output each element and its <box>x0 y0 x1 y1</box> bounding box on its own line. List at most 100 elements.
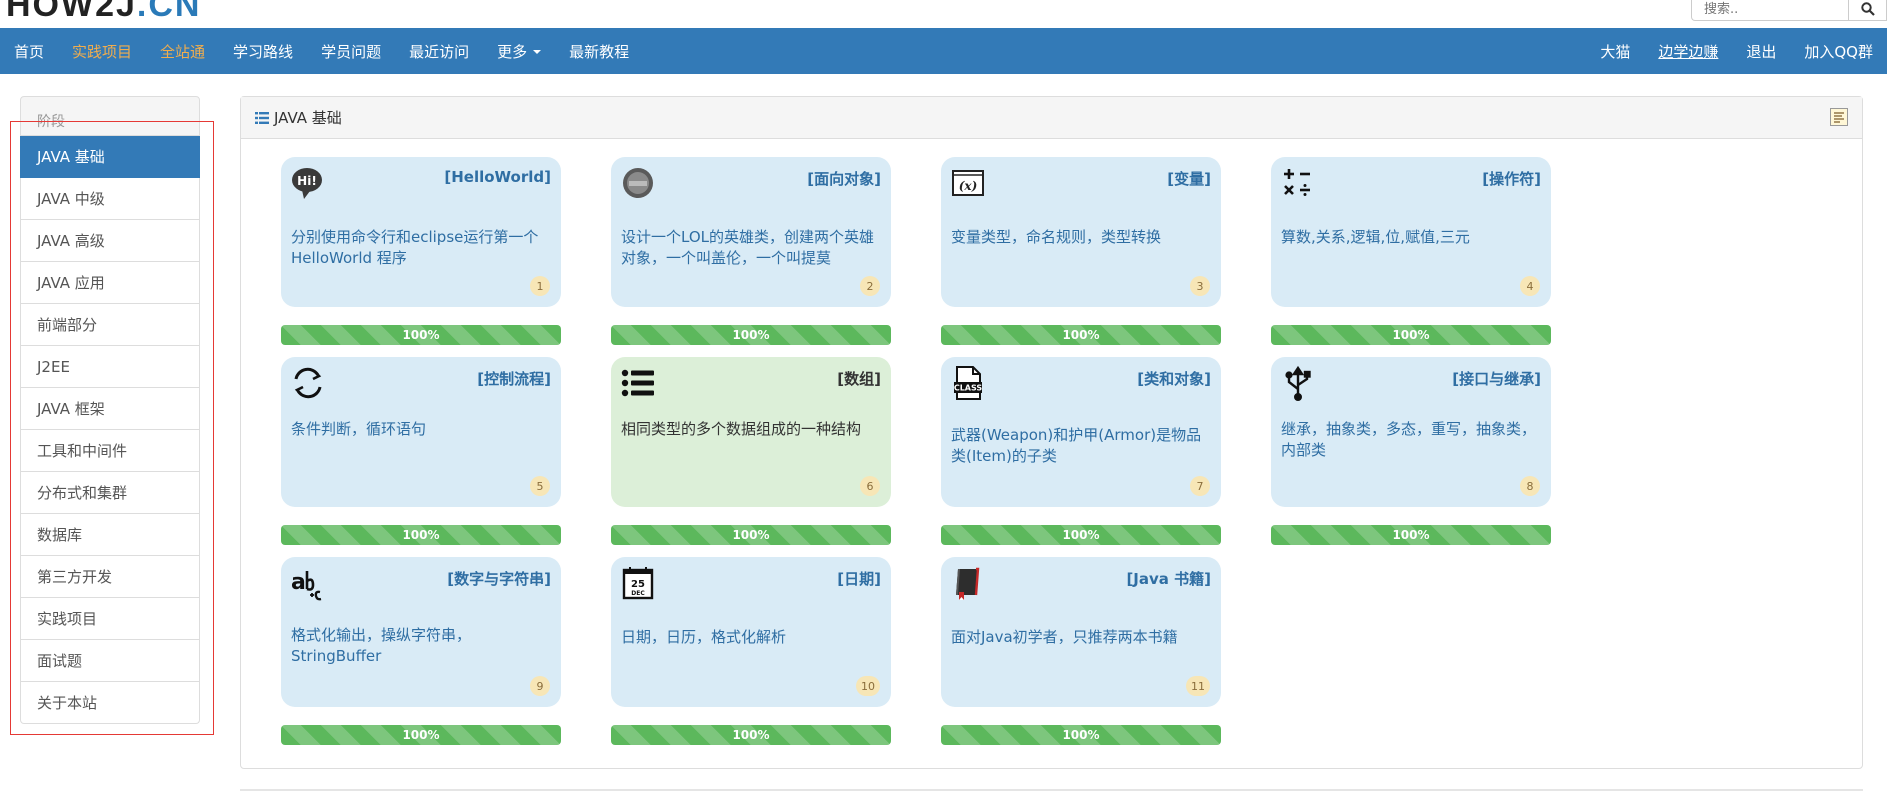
nav-item-label: 学习路线 <box>233 41 293 62</box>
card-number-badge: 4 <box>1520 276 1540 296</box>
top-navbar: 首页 实践项目 全站通 学习路线 学员问题最近访问更多 最新教程 大猫边学边赚 退出加入QQ… <box>0 28 1887 74</box>
panel-toggle-button[interactable] <box>1830 108 1848 126</box>
card-title[interactable]: [接口与继承] <box>1452 368 1541 389</box>
card-title[interactable]: [操作符] <box>1482 168 1541 189</box>
nav-item-label: 最新教程 <box>569 41 629 62</box>
math-operators-icon <box>1280 165 1316 201</box>
nav-left-item-2[interactable]: 全站通 <box>146 28 219 74</box>
card-title[interactable]: [控制流程] <box>477 368 551 389</box>
card-number-badge: 10 <box>856 676 880 696</box>
progress-bar: 100% <box>941 725 1221 745</box>
card-title[interactable]: [数字与字符串] <box>447 568 551 589</box>
nav-right-item-0[interactable]: 大猫 <box>1586 28 1644 74</box>
progress-bar: 100% <box>281 325 561 345</box>
nav-item-label: 学员问题 <box>321 41 381 62</box>
progress-bar: 100% <box>611 725 891 745</box>
card-description: 格式化输出，操纵字符串，StringBuffer <box>291 625 549 667</box>
course-card[interactable]: Hi! [HelloWorld] 分别使用命令行和eclipse运行第一个Hello… <box>281 157 561 307</box>
progress-fill: 100% <box>941 325 1221 345</box>
nav-left-item-4[interactable]: 学员问题 <box>307 28 395 74</box>
progress-fill: 100% <box>941 525 1221 545</box>
card-description: 条件判断，循环语句 <box>291 419 549 440</box>
search-box <box>1691 0 1887 21</box>
card-number-badge: 8 <box>1520 476 1540 496</box>
progress-bar: 100% <box>941 525 1221 545</box>
list-icon <box>255 112 269 124</box>
card-description: 继承，抽象类，多态，重写，抽象类，内部类 <box>1281 419 1539 461</box>
card-description: 分别使用命令行和eclipse运行第一个HelloWorld 程序 <box>291 227 549 269</box>
course-panel: JAVA 基础 Hi! [HelloWorld] 分别使用命令行和eclipse运行… <box>240 96 1863 769</box>
card-description: 面对Java初学者，只推荐两本书籍 <box>951 627 1209 648</box>
card-number-badge: 6 <box>860 476 880 496</box>
hi-speech-bubble-icon: Hi! <box>290 165 326 201</box>
card-number-badge: 1 <box>530 276 550 296</box>
progress-bar: 100% <box>1271 525 1551 545</box>
class-icon-text: CLASS <box>954 384 983 393</box>
book-icon <box>950 565 986 601</box>
highlight-frame <box>10 121 214 735</box>
notes-icon <box>1833 111 1845 123</box>
progress-fill: 100% <box>611 725 891 745</box>
card-number-badge: 3 <box>1190 276 1210 296</box>
nav-left-item-7[interactable]: 最新教程 <box>555 28 643 74</box>
course-card[interactable]: [控制流程]条件判断，循环语句5 <box>281 357 561 507</box>
abc-icon-text: a <box>291 570 306 595</box>
nav-left-item-5[interactable]: 最近访问 <box>395 28 483 74</box>
card-title[interactable]: [变量] <box>1167 168 1211 189</box>
var-icon-text: (x) <box>959 179 978 193</box>
card-description: 相同类型的多个数据组成的一种结构 <box>621 419 879 440</box>
card-description: 武器(Weapon)和护甲(Armor)是物品类(Item)的子类 <box>951 425 1209 467</box>
hi-icon-text: Hi! <box>297 174 317 188</box>
course-card[interactable]: (x)[变量]变量类型，命名规则，类型转换3 <box>941 157 1221 307</box>
nav-right: 大猫边学边赚 退出加入QQ群 <box>1586 28 1887 74</box>
nav-left-item-0[interactable]: 首页 <box>0 28 58 74</box>
site-logo[interactable]: HOW2J.CN <box>6 0 201 25</box>
logo-text-blue: .CN <box>137 0 202 24</box>
course-card[interactable]: [面向对象]设计一个LOL的英雄类，创建两个英雄对象，一个叫盖伦，一个叫提莫2 <box>611 157 891 307</box>
card-title[interactable]: [HelloWorld] <box>444 168 551 186</box>
course-card[interactable]: [接口与继承] 继承，抽象类，多态，重写，抽象类，内部类 8 <box>1271 357 1551 507</box>
usb-icon <box>1280 365 1316 401</box>
progress-bar: 100% <box>1271 325 1551 345</box>
panel-title: JAVA 基础 <box>274 107 342 128</box>
course-card[interactable]: [操作符]算数,关系,逻辑,位,赋值,三元4 <box>1271 157 1551 307</box>
card-description: 设计一个LOL的英雄类，创建两个英雄对象，一个叫盖伦，一个叫提莫 <box>621 227 879 269</box>
progress-bar: 100% <box>611 325 891 345</box>
search-button[interactable] <box>1849 0 1887 21</box>
course-card[interactable]: CLASS [类和对象] 武器(Weapon)和护甲(Armor)是物品类(Item… <box>941 357 1221 507</box>
nav-left-item-1[interactable]: 实践项目 <box>58 28 146 74</box>
course-card[interactable]: a [数字与字符串] 格式化输出，操纵字符串，StringBuffer 9 <box>281 557 561 707</box>
course-card[interactable]: 25DEC[日期]日期，日历，格式化解析10 <box>611 557 891 707</box>
progress-bar: 100% <box>281 725 561 745</box>
progress-fill: 100% <box>611 325 891 345</box>
nav-item-label: 边学边赚 <box>1658 41 1718 62</box>
card-title[interactable]: [Java 书籍] <box>1126 568 1211 589</box>
nav-item-label: 更多 <box>497 41 527 62</box>
card-title[interactable]: [面向对象] <box>807 168 881 189</box>
card-title[interactable]: [类和对象] <box>1137 368 1211 389</box>
course-card[interactable]: [Java 书籍]面对Java初学者，只推荐两本书籍11 <box>941 557 1221 707</box>
nav-left-item-3[interactable]: 学习路线 <box>219 28 307 74</box>
progress-fill: 100% <box>281 325 561 345</box>
league-of-legends-logo-icon <box>620 165 656 201</box>
logo-text-dark: HOW2J <box>6 0 137 24</box>
card-title[interactable]: [日期] <box>837 568 881 589</box>
card-number-badge: 9 <box>530 676 550 696</box>
search-input[interactable] <box>1691 0 1849 21</box>
list-icon <box>620 365 656 401</box>
progress-fill: 100% <box>281 525 561 545</box>
course-card[interactable]: [数组] 相同类型的多个数据组成的一种结构 6 <box>611 357 891 507</box>
loop-arrows-icon <box>290 365 326 401</box>
nav-item-label: 首页 <box>14 41 44 62</box>
progress-fill: 100% <box>1271 325 1551 345</box>
variable-x-icon: (x) <box>950 165 986 201</box>
nav-right-item-1[interactable]: 边学边赚 <box>1644 28 1732 74</box>
card-title[interactable]: [数组] <box>837 368 881 389</box>
nav-item-label: 全站通 <box>160 41 205 62</box>
nav-item-label: 实践项目 <box>72 41 132 62</box>
nav-left-item-6[interactable]: 更多 <box>483 28 555 74</box>
progress-fill: 100% <box>281 725 561 745</box>
nav-right-item-2[interactable]: 退出 <box>1732 28 1790 74</box>
nav-right-item-3[interactable]: 加入QQ群 <box>1790 28 1887 74</box>
nav-item-label: 退出 <box>1746 41 1776 62</box>
